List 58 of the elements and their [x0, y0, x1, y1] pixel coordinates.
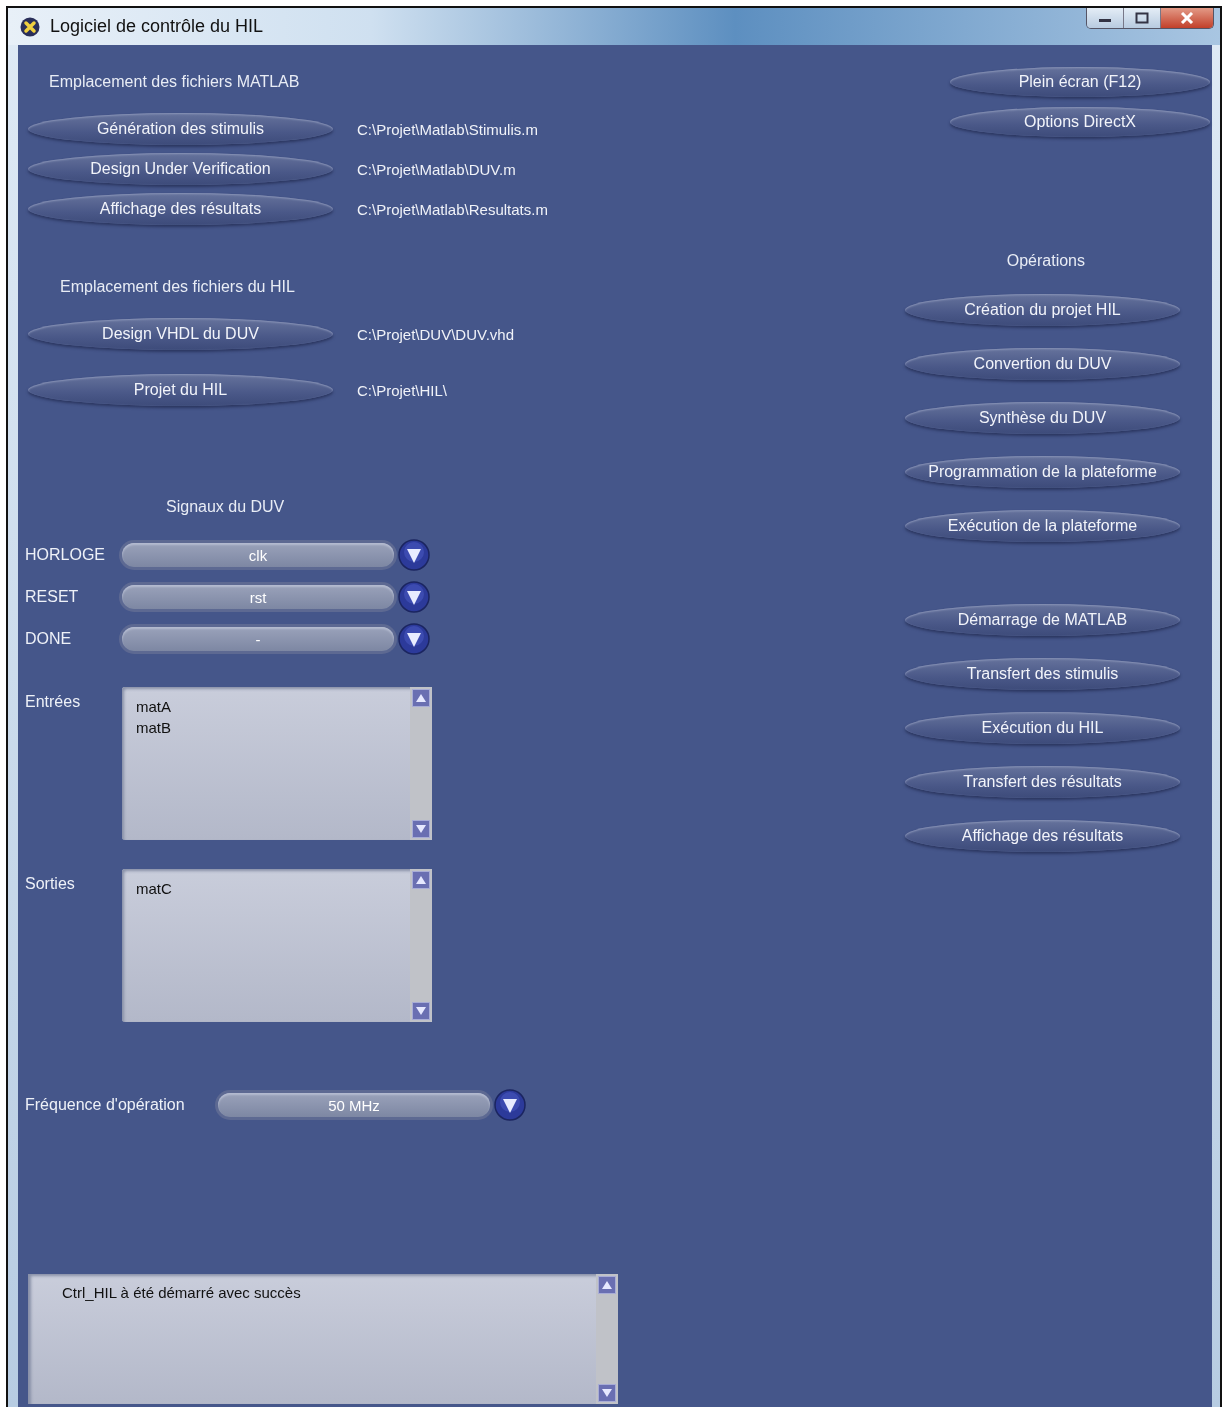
field-label: Entrées: [25, 692, 82, 712]
scroll-down-icon[interactable]: [412, 820, 430, 838]
maximize-icon: [1135, 12, 1149, 24]
browse-button[interactable]: Génération des stimulis: [28, 113, 333, 145]
scroll-up-icon[interactable]: [412, 871, 430, 889]
section-heading: Signaux du DUV: [166, 497, 286, 517]
operation-button[interactable]: Convertion du DUV: [905, 348, 1180, 380]
file-path: C:\Projet\Matlab\Resultats.m: [357, 200, 548, 218]
list-item[interactable]: matB: [136, 717, 396, 738]
operation-button[interactable]: Exécution du HIL: [905, 712, 1180, 744]
file-path: C:\Projet\DUV\DUV.vhd: [357, 325, 514, 343]
browse-button[interactable]: Design VHDL du DUV: [28, 318, 333, 350]
section-heading: Emplacement des fichiers du HIL: [60, 277, 296, 297]
scrollbar[interactable]: [410, 869, 432, 1022]
operation-button[interactable]: Transfert des résultats: [905, 766, 1180, 798]
option-button[interactable]: Plein écran (F12): [950, 67, 1210, 97]
operation-button[interactable]: Création du projet HIL: [905, 294, 1180, 326]
section-heading: Emplacement des fichiers MATLAB: [49, 72, 301, 92]
section-heading: Opérations: [1006, 251, 1085, 271]
scroll-down-icon[interactable]: [598, 1384, 616, 1402]
operation-button[interactable]: Démarrage de MATLAB: [905, 604, 1180, 636]
scrollbar[interactable]: [596, 1274, 618, 1404]
file-path: C:\Projet\HIL\: [357, 381, 448, 399]
dropdown[interactable]: clk: [122, 543, 394, 567]
dropdown[interactable]: -: [122, 627, 394, 651]
field-label: RESET: [25, 588, 80, 606]
log-message: Ctrl_HIL à été démarré avec succès: [62, 1283, 302, 1303]
field-label: DONE: [25, 630, 73, 648]
field-label: Sorties: [25, 874, 76, 894]
list-item[interactable]: matA: [136, 696, 396, 717]
option-button[interactable]: Options DirectX: [950, 107, 1210, 137]
minimize-button[interactable]: [1087, 8, 1124, 28]
scroll-down-icon[interactable]: [412, 1002, 430, 1020]
close-icon: [1180, 12, 1194, 24]
browse-button[interactable]: Affichage des résultats: [28, 193, 333, 225]
file-path: C:\Projet\Matlab\Stimulis.m: [357, 120, 538, 138]
scrollbar[interactable]: [410, 687, 432, 840]
browse-button[interactable]: Projet du HIL: [28, 374, 333, 406]
browse-button[interactable]: Design Under Verification: [28, 153, 333, 185]
file-path: C:\Projet\Matlab\DUV.m: [357, 160, 516, 178]
dropdown[interactable]: rst: [122, 585, 394, 609]
field-label: HORLOGE: [25, 546, 106, 564]
dropdown[interactable]: 50 MHz: [218, 1093, 490, 1117]
scroll-up-icon[interactable]: [598, 1276, 616, 1294]
operation-button[interactable]: Programmation de la plateforme: [905, 456, 1180, 488]
scroll-up-icon[interactable]: [412, 689, 430, 707]
list-item[interactable]: matC: [136, 878, 396, 899]
window-title: Logiciel de contrôle du HIL: [50, 16, 264, 37]
list-box[interactable]: matC: [122, 869, 432, 1022]
operation-button[interactable]: Synthèse du DUV: [905, 402, 1180, 434]
list-box[interactable]: matA matB: [122, 687, 432, 840]
operation-button[interactable]: Transfert des stimulis: [905, 658, 1180, 690]
operation-button[interactable]: Exécution de la plateforme: [905, 510, 1180, 542]
field-label: Fréquence d'opération: [25, 1096, 186, 1114]
app-icon: [20, 16, 40, 37]
maximize-button[interactable]: [1124, 8, 1161, 28]
close-button[interactable]: [1161, 8, 1213, 28]
operation-button[interactable]: Affichage des résultats: [905, 820, 1180, 852]
